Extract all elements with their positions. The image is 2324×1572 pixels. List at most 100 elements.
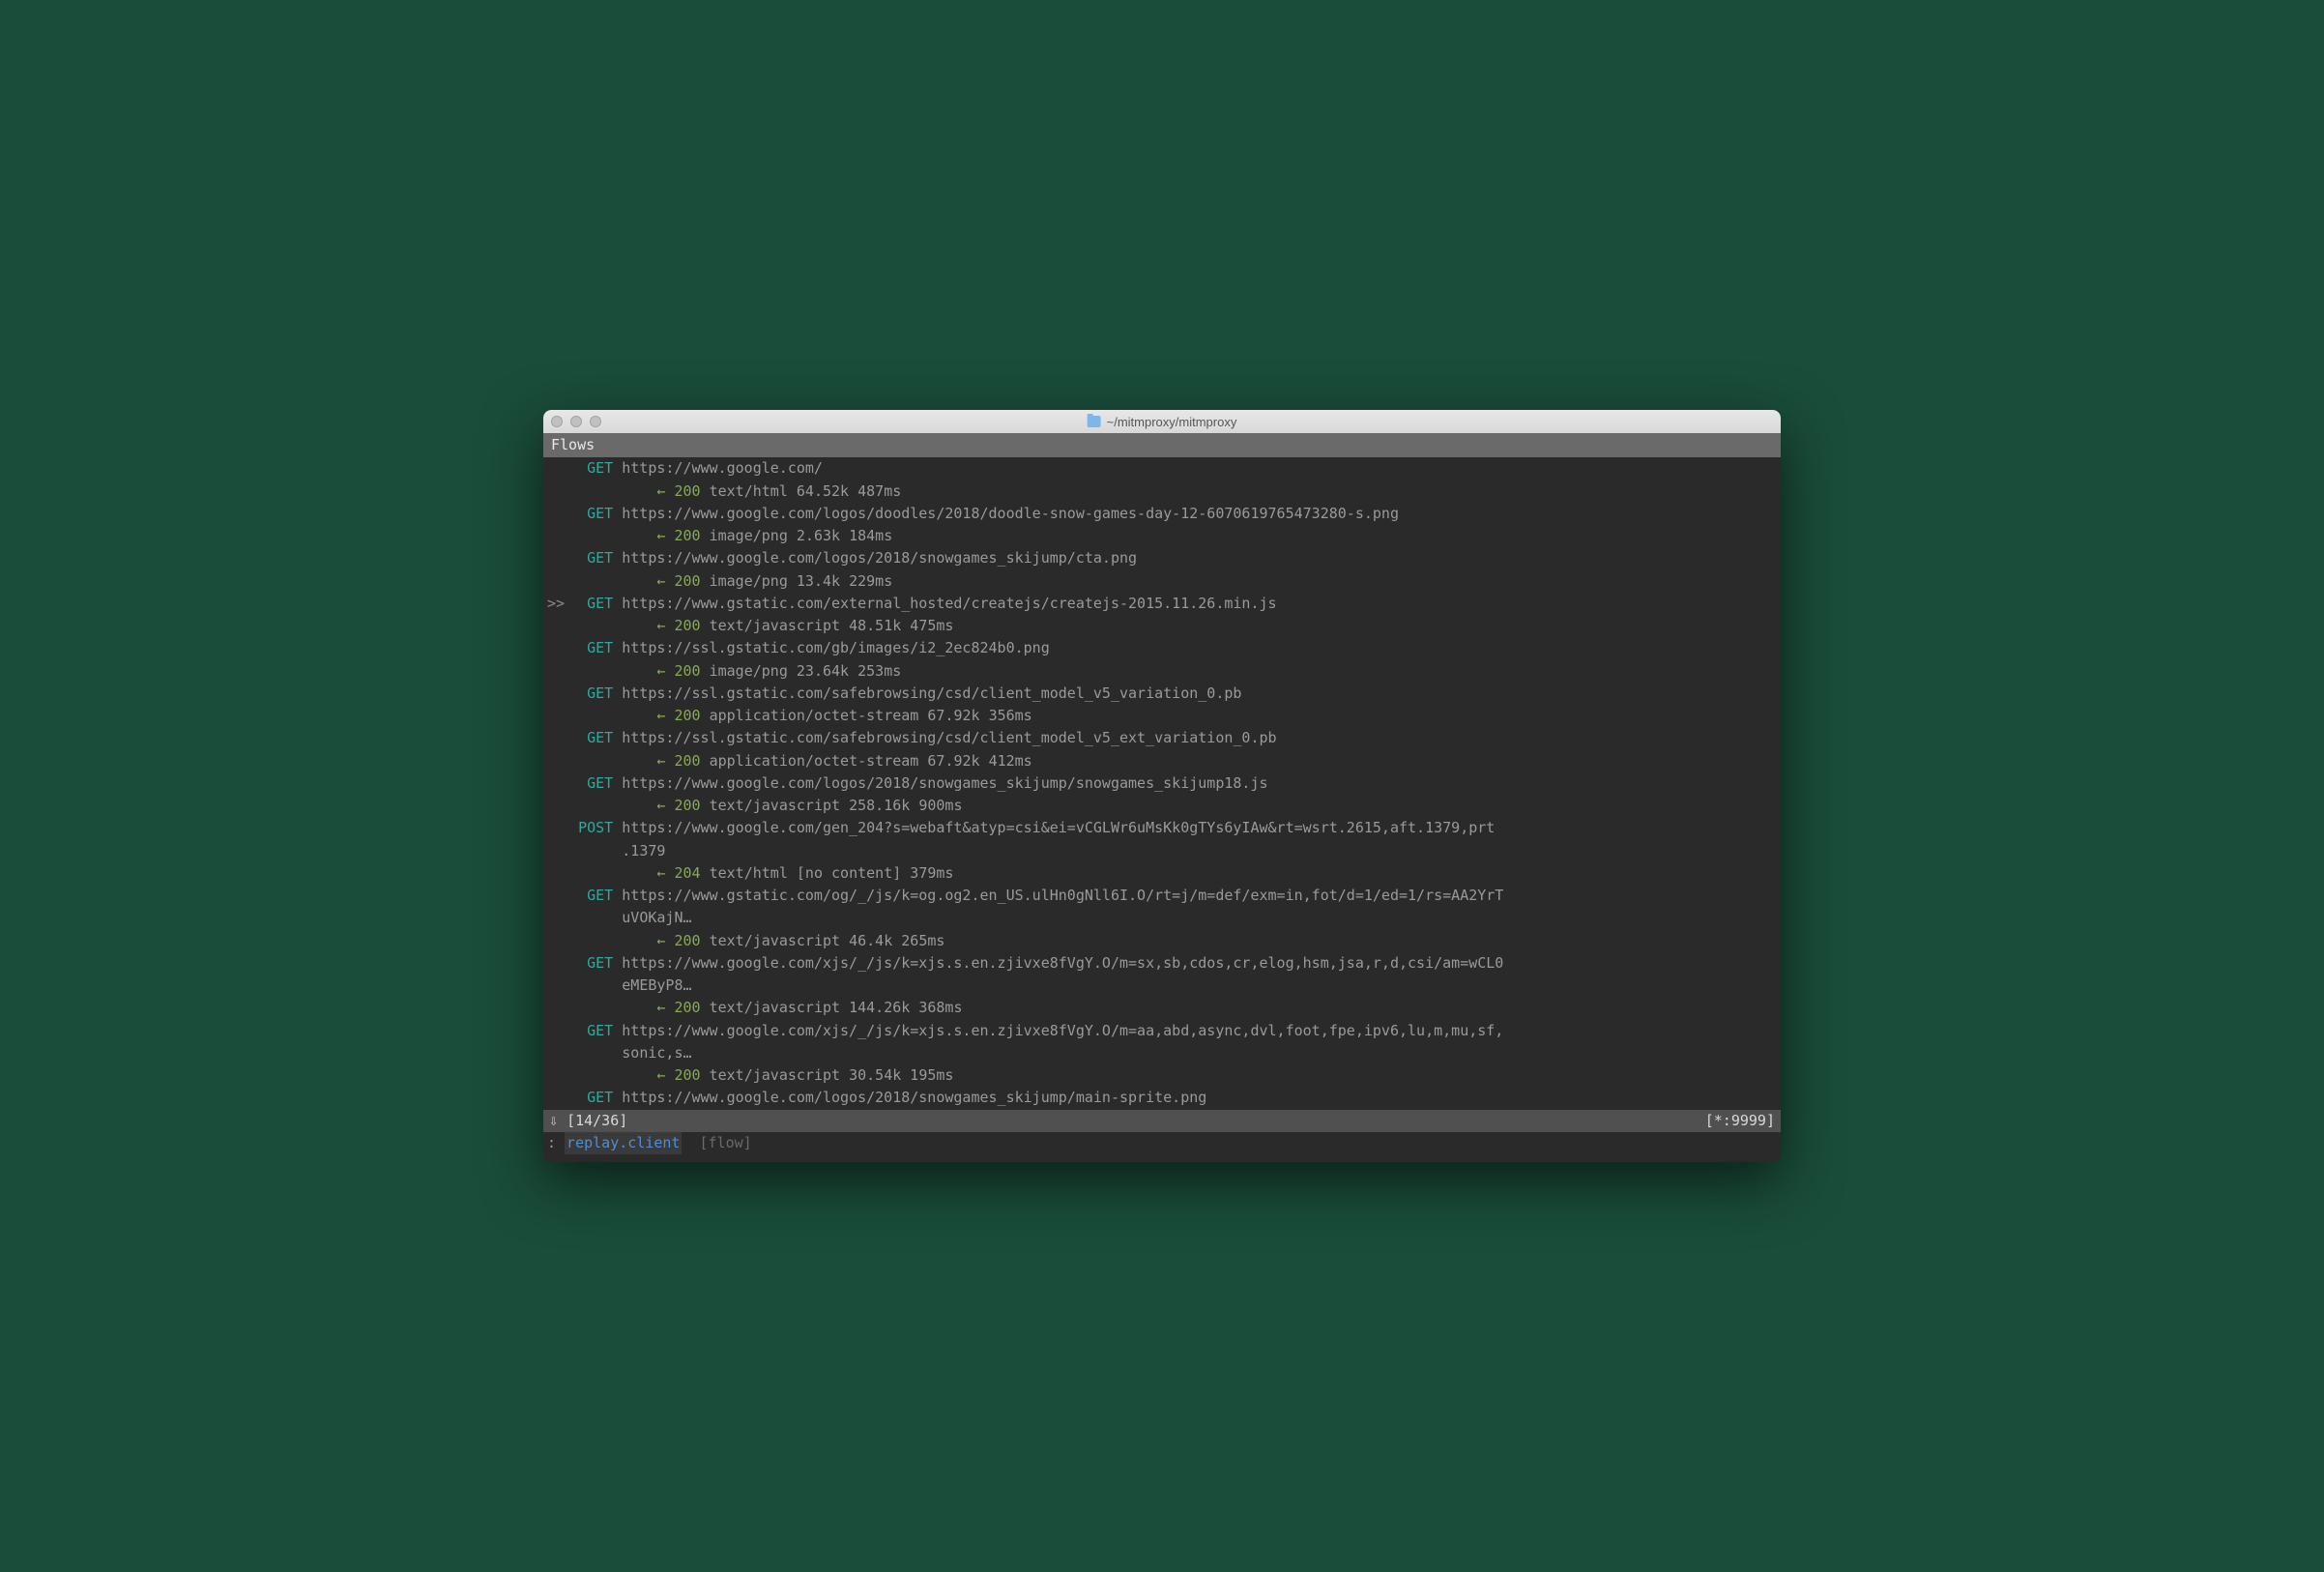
request-url-continuation: eMEByP8… — [543, 975, 692, 997]
status-code: 200 — [674, 480, 700, 503]
request-url: https://www.google.com/logos/2018/snowga… — [613, 772, 1267, 795]
status-code: 200 — [674, 1064, 700, 1087]
response-row: ← 200 image/png 23.64k 253ms — [543, 660, 1781, 683]
flow-row[interactable]: POSThttps://www.google.com/gen_204?s=web… — [543, 817, 1781, 839]
response-row: ← 200 text/javascript 144.26k 368ms — [543, 997, 1781, 1019]
response-meta: text/javascript 48.51k 475ms — [710, 615, 954, 637]
response-arrow-icon: ← — [656, 525, 674, 547]
status-code: 200 — [674, 795, 700, 817]
selection-marker — [543, 547, 569, 569]
http-method: GET — [569, 885, 613, 907]
selection-marker — [543, 727, 569, 749]
request-url: https://www.google.com/xjs/_/js/k=xjs.s.… — [613, 1020, 1503, 1042]
terminal-body[interactable]: Flows GEThttps://www.google.com/ ← 200 t… — [543, 433, 1781, 1162]
zoom-button[interactable] — [590, 416, 601, 427]
http-method: GET — [569, 637, 613, 659]
selection-marker — [543, 817, 569, 839]
response-meta: text/html [no content] 379ms — [710, 862, 954, 885]
response-row: ← 200 image/png 2.63k 184ms — [543, 525, 1781, 547]
http-method: GET — [569, 547, 613, 569]
window-title-text: ~/mitmproxy/mitmproxy — [1107, 415, 1237, 429]
request-url-continuation: sonic,s… — [543, 1042, 692, 1064]
selection-marker — [543, 952, 569, 975]
status-code: 200 — [674, 615, 700, 637]
request-url: https://www.gstatic.com/external_hosted/… — [613, 593, 1276, 615]
http-method: GET — [569, 727, 613, 749]
window-titlebar[interactable]: ~/mitmproxy/mitmproxy — [543, 410, 1781, 433]
status-code: 200 — [674, 705, 700, 727]
flow-row[interactable]: GEThttps://www.google.com/logos/2018/sno… — [543, 1087, 1781, 1109]
cmd-input-text[interactable]: replay.client — [565, 1132, 682, 1154]
flow-row[interactable]: GEThttps://www.google.com/logos/2018/sno… — [543, 772, 1781, 795]
flow-row[interactable]: GEThttps://ssl.gstatic.com/safebrowsing/… — [543, 727, 1781, 749]
response-arrow-icon: ← — [656, 930, 674, 952]
flow-row-continuation: sonic,s… — [543, 1042, 1781, 1064]
selection-marker — [543, 1020, 569, 1042]
response-arrow-icon: ← — [656, 705, 674, 727]
response-meta: image/png 2.63k 184ms — [710, 525, 893, 547]
command-line[interactable]: : replay.client [flow] — [543, 1132, 1781, 1158]
status-code: 204 — [674, 862, 700, 885]
selection-marker — [543, 1087, 569, 1109]
request-url: https://www.google.com/xjs/_/js/k=xjs.s.… — [613, 952, 1503, 975]
response-row: ← 200 text/javascript 48.51k 475ms — [543, 615, 1781, 637]
response-arrow-icon: ← — [656, 750, 674, 772]
flow-row[interactable]: GEThttps://ssl.gstatic.com/gb/images/i2_… — [543, 637, 1781, 659]
flow-row-continuation: eMEByP8… — [543, 975, 1781, 997]
flow-row[interactable]: GEThttps://www.google.com/ — [543, 457, 1781, 480]
response-arrow-icon: ← — [656, 570, 674, 593]
request-url: https://www.google.com/logos/2018/snowga… — [613, 1087, 1206, 1109]
response-row: ← 204 text/html [no content] 379ms — [543, 862, 1781, 885]
flow-row[interactable]: GEThttps://ssl.gstatic.com/safebrowsing/… — [543, 683, 1781, 705]
status-code: 200 — [674, 660, 700, 683]
http-method: GET — [569, 1087, 613, 1109]
response-meta: application/octet-stream 67.92k 356ms — [710, 705, 1032, 727]
http-method: POST — [569, 817, 613, 839]
response-arrow-icon: ← — [656, 862, 674, 885]
response-arrow-icon: ← — [656, 660, 674, 683]
flows-header-label: Flows — [551, 436, 595, 453]
listen-address: [*:9999] — [1705, 1110, 1775, 1132]
response-row: ← 200 image/png 13.4k 229ms — [543, 570, 1781, 593]
request-url-continuation: .1379 — [543, 840, 665, 862]
terminal-window: ~/mitmproxy/mitmproxy Flows GEThttps://w… — [543, 410, 1781, 1162]
request-url: https://www.google.com/logos/2018/snowga… — [613, 547, 1137, 569]
request-url-continuation: uVOKajN… — [543, 907, 692, 929]
http-method: GET — [569, 772, 613, 795]
flow-row-continuation: uVOKajN… — [543, 907, 1781, 929]
cmd-hint: [flow] — [682, 1132, 751, 1154]
flow-row[interactable]: GEThttps://www.gstatic.com/og/_/js/k=og.… — [543, 885, 1781, 907]
window-title: ~/mitmproxy/mitmproxy — [1088, 415, 1237, 429]
request-url: https://www.google.com/gen_204?s=webaft&… — [613, 817, 1495, 839]
selection-marker — [543, 503, 569, 525]
close-button[interactable] — [551, 416, 563, 427]
response-meta: text/javascript 144.26k 368ms — [710, 997, 963, 1019]
status-code: 200 — [674, 997, 700, 1019]
folder-icon — [1088, 416, 1101, 427]
status-code: 200 — [674, 570, 700, 593]
selection-marker — [543, 772, 569, 795]
http-method: GET — [569, 503, 613, 525]
selection-marker — [543, 683, 569, 705]
selection-marker — [543, 637, 569, 659]
request-url: https://ssl.gstatic.com/safebrowsing/csd… — [613, 727, 1276, 749]
status-code: 200 — [674, 930, 700, 952]
request-url: https://ssl.gstatic.com/safebrowsing/csd… — [613, 683, 1241, 705]
minimize-button[interactable] — [570, 416, 582, 427]
response-row: ← 200 application/octet-stream 67.92k 35… — [543, 705, 1781, 727]
request-url: https://www.gstatic.com/og/_/js/k=og.og2… — [613, 885, 1503, 907]
flow-list[interactable]: GEThttps://www.google.com/ ← 200 text/ht… — [543, 457, 1781, 1109]
flow-row[interactable]: GEThttps://www.google.com/xjs/_/js/k=xjs… — [543, 952, 1781, 975]
http-method: GET — [569, 952, 613, 975]
flow-row[interactable]: GEThttps://www.google.com/logos/doodles/… — [543, 503, 1781, 525]
http-method: GET — [569, 683, 613, 705]
response-arrow-icon: ← — [656, 795, 674, 817]
flow-row[interactable]: >> GEThttps://www.gstatic.com/external_h… — [543, 593, 1781, 615]
flow-row[interactable]: GEThttps://www.google.com/xjs/_/js/k=xjs… — [543, 1020, 1781, 1042]
response-meta: text/javascript 258.16k 900ms — [710, 795, 963, 817]
selection-marker: >> — [543, 593, 569, 615]
flow-row[interactable]: GEThttps://www.google.com/logos/2018/sno… — [543, 547, 1781, 569]
response-arrow-icon: ← — [656, 997, 674, 1019]
request-url: https://www.google.com/ — [613, 457, 823, 480]
response-row: ← 200 text/javascript 46.4k 265ms — [543, 930, 1781, 952]
